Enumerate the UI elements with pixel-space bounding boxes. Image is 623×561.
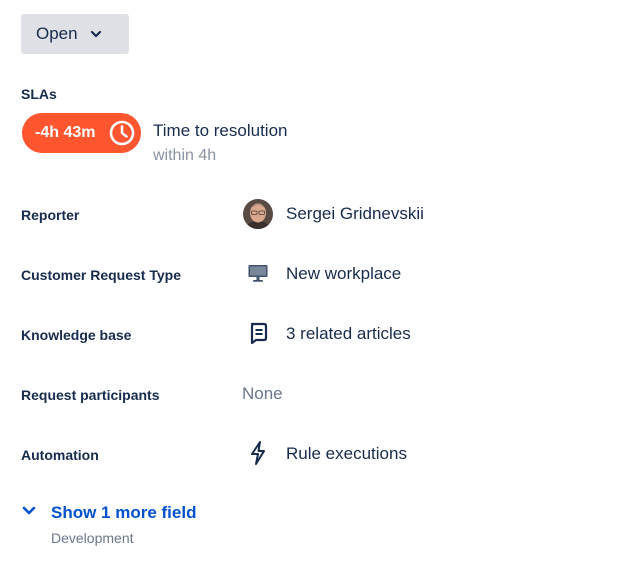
book-icon: [244, 319, 272, 347]
participants-value[interactable]: None: [242, 384, 283, 404]
chevron-down-icon: [21, 504, 37, 523]
hidden-field-name: Development: [51, 530, 134, 546]
avatar[interactable]: [243, 199, 273, 229]
automation-value[interactable]: Rule executions: [286, 444, 407, 464]
show-more-fields-button[interactable]: Show 1 more field: [21, 503, 196, 523]
request-type-label: Customer Request Type: [21, 267, 181, 283]
sla-subtitle: within 4h: [153, 147, 217, 164]
slas-section-label: SLAs: [21, 86, 57, 102]
automation-label: Automation: [21, 447, 99, 463]
lightning-icon: [244, 439, 272, 467]
status-label: Open: [36, 24, 78, 43]
sla-time-remaining: -4h 43m: [35, 124, 96, 141]
chevron-down-icon: [90, 29, 102, 39]
reporter-name[interactable]: Sergei Gridnevskii: [286, 204, 424, 224]
request-type-value[interactable]: New workplace: [286, 264, 401, 284]
sla-title: Time to resolution: [153, 121, 288, 140]
sla-timer-badge: -4h 43m: [22, 113, 141, 153]
monitor-icon: [244, 259, 272, 287]
participants-label: Request participants: [21, 387, 160, 403]
knowledge-base-label: Knowledge base: [21, 327, 132, 343]
knowledge-base-value[interactable]: 3 related articles: [286, 324, 411, 344]
status-dropdown-button[interactable]: Open: [21, 14, 129, 54]
clock-icon: [108, 119, 136, 152]
reporter-label: Reporter: [21, 207, 80, 223]
show-more-label: Show 1 more field: [51, 503, 197, 522]
